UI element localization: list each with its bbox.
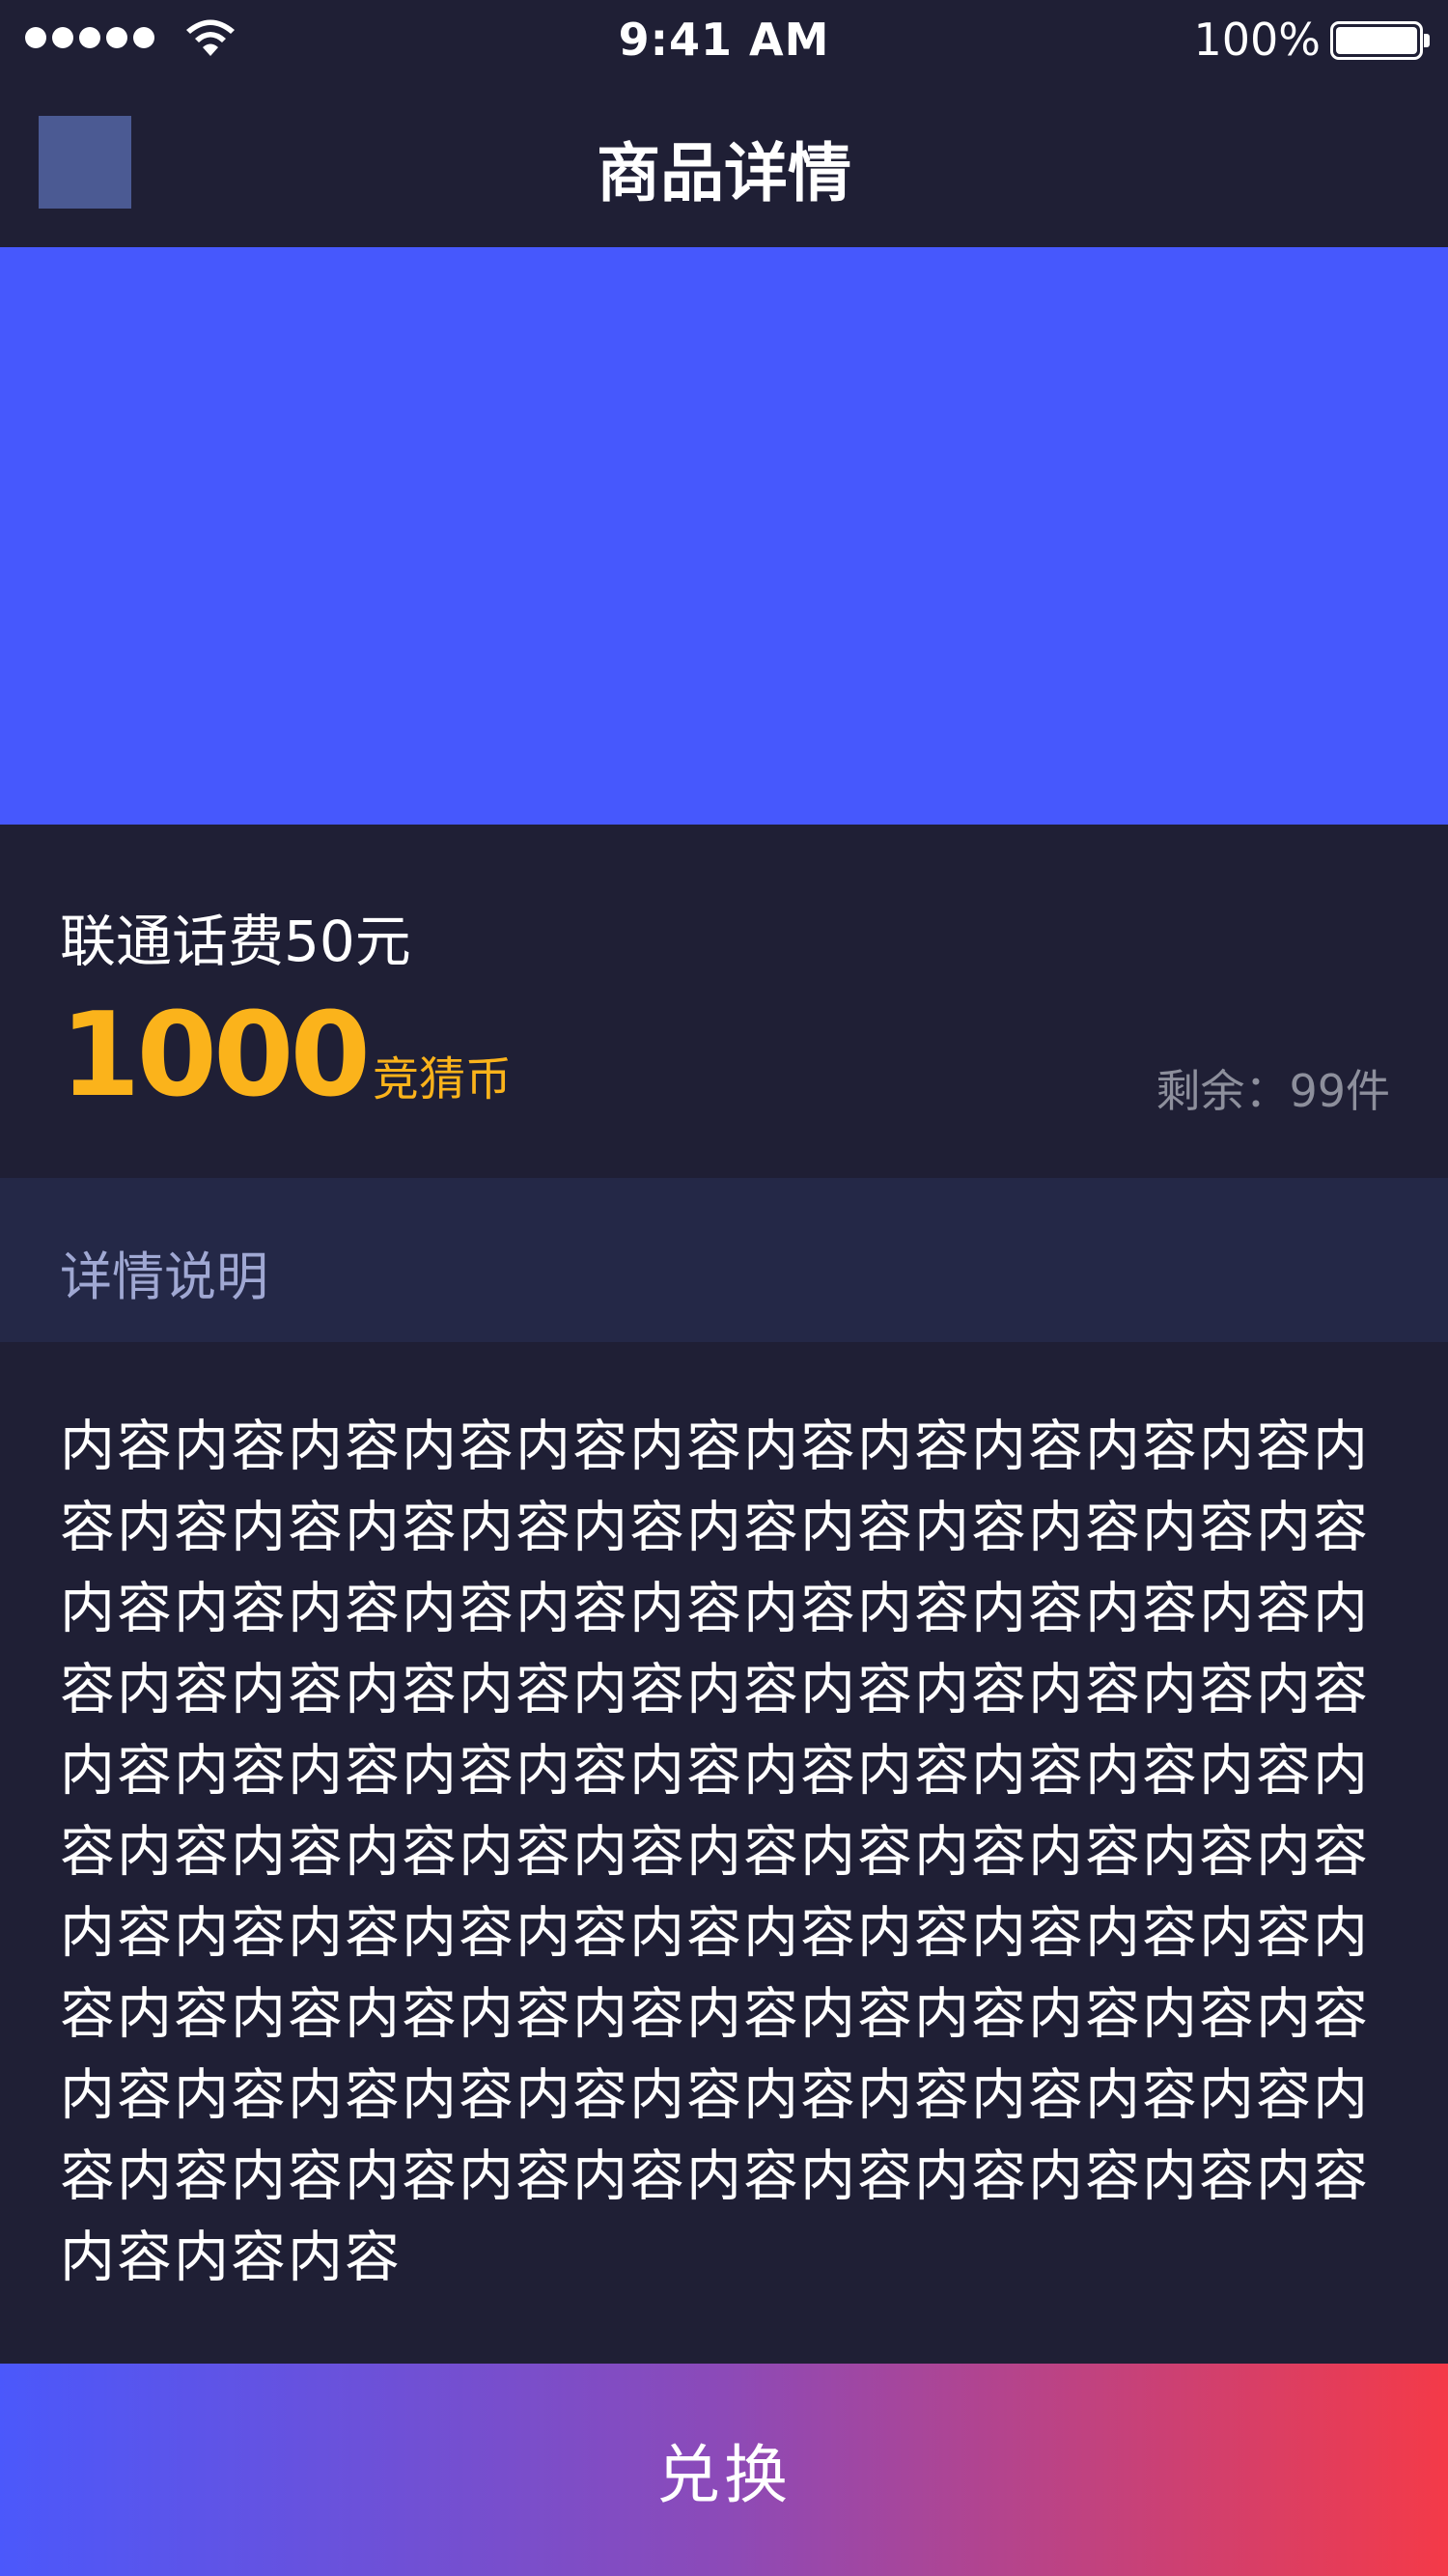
exchange-button[interactable]: 兑换 [0,2364,1448,2576]
screen: 9:41 AM 100% 商品详情 联通话费50元 1000 竞猜币 剩余：99… [0,0,1448,2576]
product-name: 联通话费50元 [60,909,411,974]
stock-remaining: 剩余：99件 [1156,1065,1390,1117]
product-info: 联通话费50元 1000 竞猜币 剩余：99件 [0,825,1448,1178]
page-title: 商品详情 [597,136,851,210]
details-content: 内容内容内容内容内容内容内容内容内容内容内容内容内容内容内容内容内容内容内容内容… [60,1414,1370,2289]
details-body[interactable]: 内容内容内容内容内容内容内容内容内容内容内容内容内容内容内容内容内容内容内容内容… [0,1342,1448,2364]
exchange-button-label: 兑换 [656,2438,792,2512]
product-image [0,247,1448,825]
battery-percent: 100% [1193,14,1321,66]
battery-icon [1330,21,1430,60]
price-value: 1000 [60,989,371,1123]
nav-bar: 商品详情 [0,81,1448,247]
details-title: 详情说明 [60,1246,268,1307]
details-header: 详情说明 [0,1178,1448,1342]
price-row: 1000 竞猜币 [60,998,512,1114]
status-bar: 9:41 AM 100% [0,0,1448,81]
price-unit: 竞猜币 [372,1052,512,1106]
